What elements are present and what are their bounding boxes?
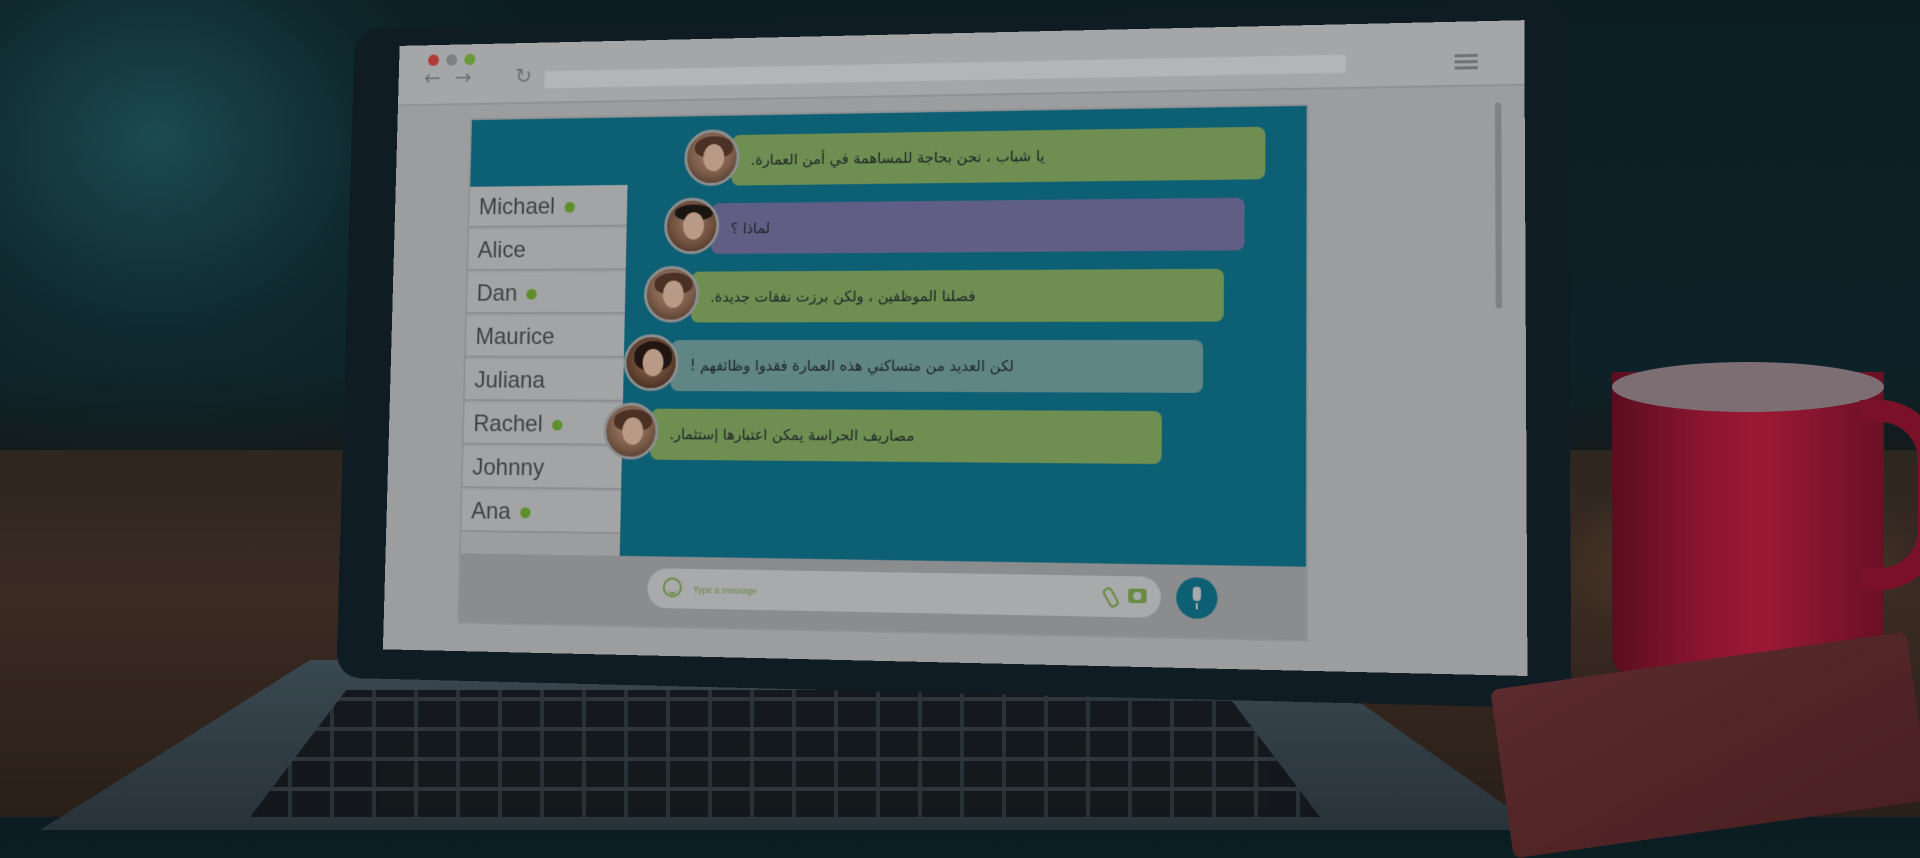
message-text: لماذا ؟ (730, 219, 771, 238)
mug-handle (1860, 400, 1920, 590)
contact-item[interactable]: Juliana (464, 359, 624, 402)
contact-name: Maurice (475, 323, 555, 350)
microphone-button[interactable] (1176, 577, 1218, 620)
reload-icon[interactable]: ↻ (515, 65, 539, 89)
messages-pane: يا شباب ، نحن بحاجة للمساهمة في أمن العم… (602, 126, 1307, 567)
smiley-icon[interactable] (662, 577, 683, 598)
arrow-left-icon[interactable]: ← (424, 67, 448, 91)
chat-app: Michael Alice Dan Maurice Juliana Rachel… (457, 103, 1309, 642)
window-minimize-dot[interactable] (446, 54, 458, 66)
online-status-dot (519, 507, 531, 519)
contact-name: Ana (470, 497, 512, 525)
camera-icon[interactable] (1128, 588, 1147, 604)
message-text: فصلنا الموظفين ، ولكن برزت نفقات جديدة. (710, 287, 976, 306)
window-maximize-dot[interactable] (464, 53, 476, 66)
online-status-dot (526, 289, 537, 300)
message-text: لكن العديد من متساكني هذه العمارة فقدوا … (689, 356, 1015, 376)
window-close-dot[interactable] (427, 54, 440, 67)
mug-rim (1612, 362, 1884, 412)
contact-item[interactable]: Ana (461, 490, 622, 535)
contact-item[interactable]: Johnny (462, 446, 623, 490)
contact-name: Alice (477, 236, 526, 264)
address-bar[interactable] (544, 54, 1346, 89)
message-composer (647, 568, 1161, 618)
message-input[interactable] (691, 580, 989, 605)
contact-name: Michael (478, 193, 556, 221)
message-bubble: يا شباب ، نحن بحاجة للمساهمة في أمن العم… (731, 126, 1266, 186)
keyboard-rows (250, 690, 1320, 817)
hamburger-menu-icon[interactable] (1454, 53, 1478, 71)
message-text: يا شباب ، نحن بحاجة للمساهمة في أمن العم… (750, 147, 1045, 169)
contact-item[interactable]: Alice (468, 228, 627, 271)
message-bubble: مصاريف الحراسة يمكن اعتبارها إستثمار. (650, 408, 1162, 465)
laptop-screen: ← → ↻ Michael Alice Dan Maurice Juliana … (382, 20, 1528, 676)
contact-name: Dan (476, 280, 518, 307)
contact-name: Juliana (474, 367, 546, 394)
contact-item[interactable]: Maurice (465, 315, 625, 358)
contact-item[interactable]: Michael (469, 184, 628, 228)
arrow-right-icon[interactable]: → (455, 66, 479, 90)
coffee-mug (1612, 372, 1884, 677)
message-bubble: فصلنا الموظفين ، ولكن برزت نفقات جديدة. (690, 268, 1224, 323)
online-status-dot (551, 419, 563, 431)
page-scrollbar[interactable] (1494, 102, 1503, 309)
contact-name: Rachel (473, 410, 543, 438)
message-bubble: لكن العديد من متساكني هذه العمارة فقدوا … (670, 339, 1204, 393)
message-bubble: لماذا ؟ (711, 197, 1245, 255)
online-status-dot (564, 202, 575, 213)
contact-name: Johnny (471, 454, 545, 482)
contact-item[interactable]: Dan (466, 272, 626, 315)
contacts-list: Michael Alice Dan Maurice Juliana Rachel… (460, 184, 628, 556)
paperclip-icon[interactable] (1101, 585, 1121, 609)
contact-item[interactable]: Rachel (463, 402, 623, 446)
message-text: مصاريف الحراسة يمكن اعتبارها إستثمار. (669, 425, 915, 445)
